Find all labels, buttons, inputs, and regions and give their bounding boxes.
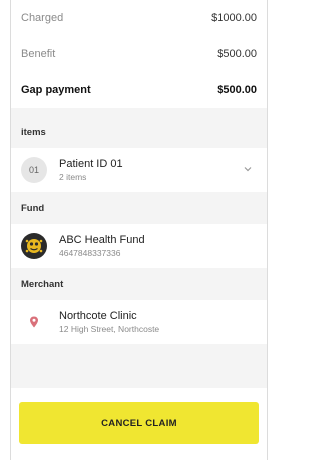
cancel-claim-button[interactable]: CANCEL CLAIM xyxy=(19,402,259,444)
claim-summary: Charged $1000.00 Benefit $500.00 Gap pay… xyxy=(11,0,267,108)
benefit-row: Benefit $500.00 xyxy=(21,36,257,72)
fund-number: 4647848337336 xyxy=(59,248,121,258)
fund-name: ABC Health Fund xyxy=(59,234,145,246)
gap-payment-label: Gap payment xyxy=(21,84,91,96)
charged-value: $1000.00 xyxy=(211,12,257,24)
gap-payment-row: Gap payment $500.00 xyxy=(21,72,257,108)
patient-id-badge: 01 xyxy=(21,157,47,183)
charged-row: Charged $1000.00 xyxy=(21,0,257,36)
gap-payment-value: $500.00 xyxy=(217,84,257,96)
merchant-row: Northcote Clinic 12 High Street, Northco… xyxy=(11,300,267,344)
merchant-section-header: Merchant xyxy=(11,268,267,300)
benefit-value: $500.00 xyxy=(217,48,257,60)
fund-section-header: Fund xyxy=(11,192,267,224)
items-section-header: items xyxy=(11,116,267,148)
action-bar: CANCEL CLAIM xyxy=(11,388,267,460)
charged-label: Charged xyxy=(21,12,64,24)
patient-item-count: 2 items xyxy=(59,172,87,182)
divider xyxy=(11,108,267,116)
merchant-name: Northcote Clinic xyxy=(59,310,137,322)
fund-row: ABC Health Fund 4647848337336 xyxy=(11,224,267,268)
claim-detail-screen: Charged $1000.00 Benefit $500.00 Gap pay… xyxy=(10,0,268,460)
location-pin-icon xyxy=(21,309,47,335)
merchant-address: 12 High Street, Northcoste xyxy=(59,324,160,334)
fund-logo-icon xyxy=(21,233,47,259)
patient-title: Patient ID 01 xyxy=(59,158,123,170)
chevron-down-icon[interactable] xyxy=(243,164,253,174)
benefit-label: Benefit xyxy=(21,48,56,60)
patient-item-row[interactable]: 01 Patient ID 01 2 items xyxy=(11,148,267,192)
